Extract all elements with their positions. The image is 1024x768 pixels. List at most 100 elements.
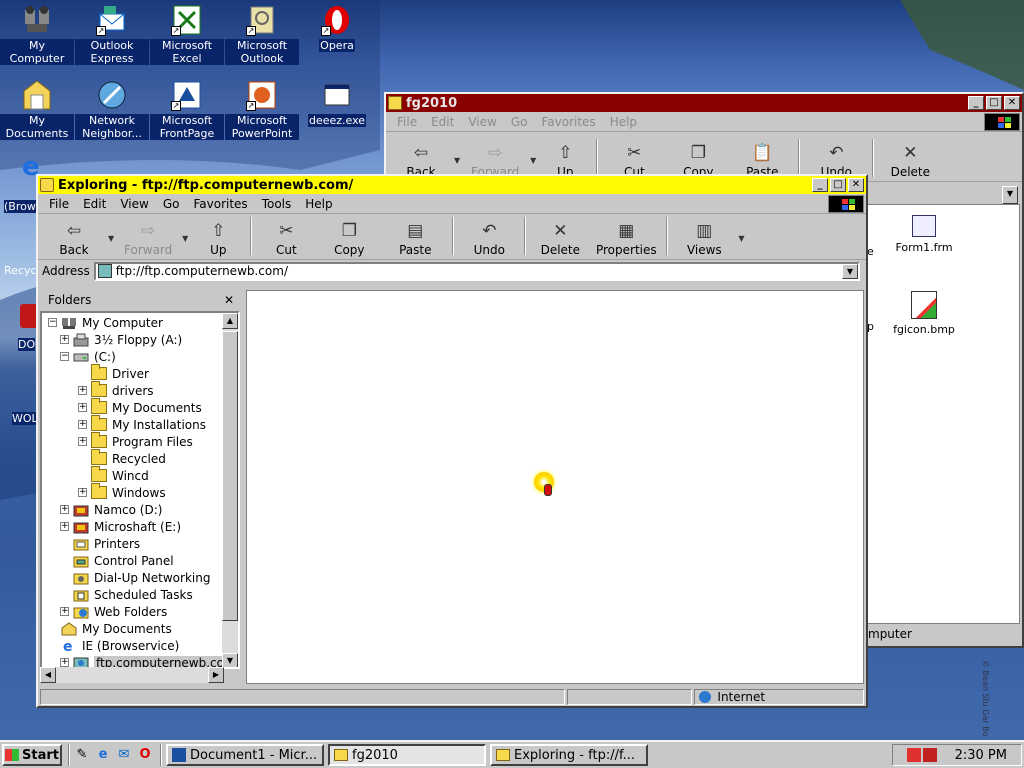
- up-button[interactable]: ⇧ Up: [190, 215, 246, 257]
- maximize-button[interactable]: □: [830, 178, 846, 192]
- menu-tools[interactable]: Tools: [255, 197, 299, 211]
- desktop-icon-microsoft-frontpage[interactable]: ↗ Microsoft FrontPage: [150, 79, 224, 140]
- menu-edit[interactable]: Edit: [76, 197, 113, 211]
- tray-network-icon[interactable]: [922, 748, 937, 762]
- ie-quicklaunch-icon[interactable]: e: [94, 746, 112, 764]
- copy-button[interactable]: ❐ Copy: [666, 137, 730, 179]
- expand-icon[interactable]: +: [60, 607, 69, 616]
- scroll-thumb[interactable]: [222, 331, 238, 621]
- maximize-button[interactable]: □: [986, 96, 1002, 110]
- tree-item[interactable]: Wincd: [78, 466, 149, 484]
- menu-go[interactable]: Go: [504, 115, 535, 129]
- desktop-icon-opera[interactable]: ↗ Opera: [300, 4, 374, 52]
- tree-item[interactable]: + drivers: [78, 381, 154, 399]
- fg2010-address-dropdown[interactable]: ▼: [1002, 186, 1018, 204]
- fg2010-titlebar[interactable]: fg2010 _ □ ✕: [386, 94, 1022, 112]
- tree-item[interactable]: + Program Files: [78, 432, 193, 450]
- tree-item[interactable]: Driver: [78, 364, 149, 382]
- desktop-icon-outlook-express[interactable]: ↗ Outlook Express: [75, 4, 149, 65]
- desktop-icon-partial-recycle[interactable]: Recyc: [0, 236, 38, 280]
- undo-button[interactable]: ↶ Undo: [458, 215, 520, 257]
- tree-vertical-scrollbar[interactable]: ▲ ▼: [222, 313, 238, 667]
- scroll-right-button[interactable]: ▶: [208, 667, 224, 683]
- forward-button[interactable]: ⇨ Forward: [116, 215, 180, 257]
- desktop-icon-my-computer[interactable]: My Computer: [0, 4, 74, 65]
- collapse-icon[interactable]: −: [60, 352, 69, 361]
- close-button[interactable]: ✕: [848, 178, 864, 192]
- expand-icon[interactable]: +: [60, 505, 69, 514]
- folders-close-button[interactable]: ✕: [224, 293, 234, 307]
- delete-button[interactable]: ✕ Delete: [878, 137, 942, 179]
- menu-file[interactable]: File: [42, 197, 76, 211]
- start-button[interactable]: Start: [2, 744, 62, 766]
- tree-item[interactable]: − My Computer: [48, 314, 163, 331]
- tree-item[interactable]: − (C:): [60, 348, 116, 365]
- expand-icon[interactable]: +: [60, 658, 69, 667]
- menu-view[interactable]: View: [461, 115, 503, 129]
- desktop-icon-partial-ie[interactable]: e (Brow: [0, 150, 40, 216]
- expand-icon[interactable]: +: [78, 420, 87, 429]
- menu-view[interactable]: View: [113, 197, 155, 211]
- taskbar-button-document1[interactable]: Document1 - Micr...: [166, 744, 324, 766]
- expand-icon[interactable]: +: [60, 335, 69, 344]
- desktop-icon-microsoft-excel[interactable]: ↗ Microsoft Excel: [150, 4, 224, 65]
- scroll-down-button[interactable]: ▼: [222, 653, 238, 667]
- close-button[interactable]: ✕: [1004, 96, 1020, 110]
- expand-icon[interactable]: +: [78, 488, 87, 497]
- menu-favorites[interactable]: Favorites: [186, 197, 254, 211]
- desktop-icon-microsoft-outlook[interactable]: ↗ Microsoft Outlook: [225, 4, 299, 65]
- file-item-form1-frm[interactable]: Form1.frm: [879, 215, 969, 254]
- explorer-titlebar[interactable]: Exploring - ftp://ftp.computernewb.com/ …: [38, 176, 866, 194]
- undo-button[interactable]: ↶ Undo: [804, 137, 868, 179]
- forward-dropdown-icon[interactable]: ▼: [182, 234, 188, 243]
- content-pane[interactable]: [246, 290, 864, 684]
- desktop-icon-deeez-exe[interactable]: deeez.exe: [300, 79, 374, 127]
- desktop-icon-my-documents[interactable]: My Documents: [0, 79, 74, 140]
- scroll-left-button[interactable]: ◀: [40, 667, 56, 683]
- menu-favorites[interactable]: Favorites: [534, 115, 602, 129]
- expand-icon[interactable]: +: [78, 386, 87, 395]
- folder-tree[interactable]: − My Computer +3½ Floppy (A:) − (C:) Driver + d…: [40, 311, 240, 669]
- expand-icon[interactable]: +: [60, 522, 69, 531]
- tree-item[interactable]: + Namco (D:): [60, 501, 162, 518]
- expand-icon[interactable]: +: [78, 403, 87, 412]
- desktop-icon-microsoft-powerpoint[interactable]: ↗ Microsoft PowerPoint: [225, 79, 299, 140]
- tree-item[interactable]: Control Panel: [60, 552, 174, 569]
- tree-item[interactable]: Scheduled Tasks: [60, 586, 193, 603]
- hscroll-track[interactable]: [56, 667, 208, 683]
- properties-button[interactable]: ▦ Properties: [590, 215, 662, 257]
- tree-item[interactable]: Recycled: [78, 449, 166, 467]
- file-item-fgicon-bmp[interactable]: fgicon.bmp: [879, 291, 969, 336]
- tree-item[interactable]: + My Installations: [78, 415, 206, 433]
- minimize-button[interactable]: _: [968, 96, 984, 110]
- tree-item[interactable]: + Windows: [78, 483, 166, 501]
- tree-item[interactable]: Dial-Up Networking: [60, 569, 210, 586]
- tree-horizontal-scrollbar[interactable]: ◀ ▶: [40, 667, 224, 683]
- tree-item[interactable]: + Microshaft (E:): [60, 518, 181, 535]
- show-desktop-icon[interactable]: ✎: [73, 746, 91, 764]
- tree-item[interactable]: My Documents: [48, 620, 172, 637]
- back-dropdown-icon[interactable]: ▼: [108, 234, 114, 243]
- views-button[interactable]: ▥ Views: [672, 215, 736, 257]
- menu-edit[interactable]: Edit: [424, 115, 461, 129]
- views-dropdown-icon[interactable]: ▼: [738, 234, 744, 243]
- tree-item[interactable]: e IE (Browservice): [48, 637, 179, 655]
- paste-button[interactable]: 📋 Paste: [730, 137, 794, 179]
- minimize-button[interactable]: _: [812, 178, 828, 192]
- desktop-icon-network-neighborhood[interactable]: Network Neighbor...: [75, 79, 149, 140]
- outlook-quicklaunch-icon[interactable]: ✉: [115, 746, 133, 764]
- back-dropdown-icon[interactable]: ▼: [454, 156, 460, 165]
- collapse-icon[interactable]: −: [48, 318, 57, 327]
- menu-file[interactable]: File: [390, 115, 424, 129]
- expand-icon[interactable]: +: [78, 437, 87, 446]
- taskbar-button-exploring[interactable]: Exploring - ftp://f...: [490, 744, 648, 766]
- menu-help[interactable]: Help: [298, 197, 339, 211]
- desktop-icon-partial-do[interactable]: DO: [0, 300, 38, 352]
- clock[interactable]: 2:30 PM: [955, 748, 1007, 763]
- tree-item[interactable]: Printers: [60, 535, 140, 552]
- back-button[interactable]: ⇦ Back: [390, 137, 452, 179]
- menu-go[interactable]: Go: [156, 197, 187, 211]
- opera-quicklaunch-icon[interactable]: O: [136, 746, 154, 764]
- address-dropdown-button[interactable]: ▼: [842, 263, 858, 279]
- tray-speaker-icon[interactable]: [906, 748, 921, 762]
